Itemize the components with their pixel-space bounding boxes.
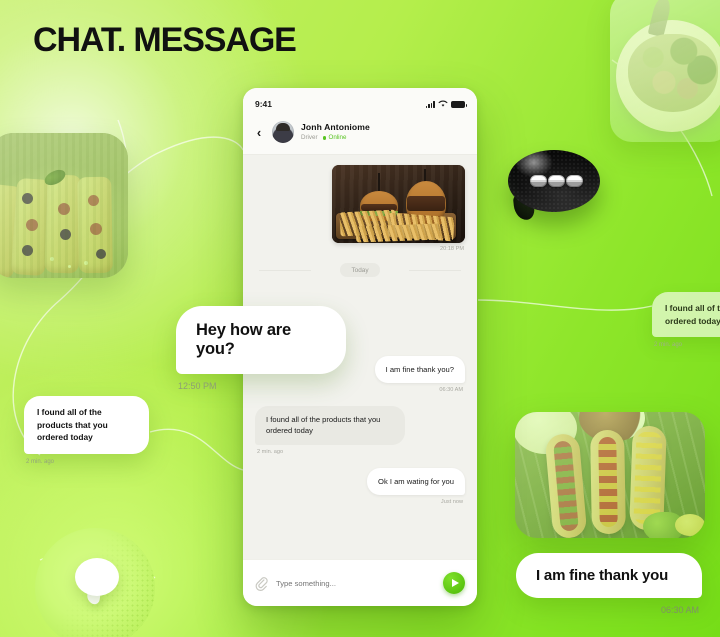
food-photo-salad	[610, 0, 720, 142]
callout-fine: I am fine thank you 06:30 AM	[516, 553, 702, 615]
typing-indicator-blob	[508, 150, 600, 224]
chevron-left-icon[interactable]: ‹	[253, 126, 265, 139]
online-status-dot	[322, 136, 326, 140]
avatar	[272, 121, 294, 143]
speech-bubble-icon	[75, 558, 119, 605]
date-divider: Today	[255, 263, 465, 277]
message-bubble[interactable]: Ok I am wating for you	[367, 467, 465, 495]
status-time: 9:41	[255, 99, 273, 109]
message-image-row	[255, 165, 465, 243]
contact-name: Jonh Antoniome	[301, 121, 370, 132]
message-time: 2 min. ago	[257, 448, 284, 455]
page-title: CHAT. MESSAGE	[33, 21, 297, 59]
status-bar: 9:41	[255, 96, 467, 112]
send-play-icon	[451, 579, 459, 587]
contact-role: Driver	[301, 134, 318, 142]
callout-time: 2 min. ago	[26, 458, 55, 465]
callout-bubble[interactable]: I found all of the products that you ord…	[24, 396, 149, 454]
callout-time: 2 min. ago	[654, 342, 683, 349]
paperclip-icon[interactable]	[255, 576, 268, 591]
food-photo-crepes	[0, 133, 128, 278]
message-image-time: 20:18 PM	[440, 246, 464, 252]
message-time: Just now	[440, 498, 463, 505]
message-bubble[interactable]: I found all of the products that you ord…	[255, 406, 405, 445]
signal-icon	[425, 101, 435, 108]
callout-bubble[interactable]: I am fine thank you	[516, 553, 702, 598]
message-time: 06:30 AM	[439, 387, 463, 394]
message-row-products: I found all of the products that you ord…	[255, 406, 465, 455]
callout-time: 12:50 PM	[178, 381, 217, 391]
wifi-icon	[438, 100, 448, 107]
callout-products-right: I found all of the you ordered today 2 m…	[652, 292, 720, 348]
online-status-label: Online	[328, 134, 347, 142]
callout-bubble[interactable]: Hey how are you?	[176, 306, 346, 374]
message-input[interactable]	[276, 578, 435, 588]
contact-header[interactable]: ‹ Jonh Antoniome Driver Online	[243, 112, 477, 155]
phone-header: 9:41 ‹ Jonh Antoniome Driver Online	[243, 88, 477, 155]
battery-icon	[451, 101, 467, 108]
date-divider-label: Today	[340, 263, 380, 277]
callout-time: 06:30 AM	[660, 605, 699, 615]
message-bubble[interactable]: I am fine thank you?	[374, 356, 465, 384]
message-composer	[243, 559, 477, 606]
callout-hey: Hey how are you? 12:50 PM	[176, 306, 346, 391]
message-row-waiting: Ok I am wating for you Just now	[255, 467, 465, 505]
send-button[interactable]	[443, 572, 465, 594]
food-photo-hotdogs	[515, 412, 705, 538]
burgers-and-fries-photo[interactable]	[332, 165, 465, 243]
callout-bubble[interactable]: I found all of the you ordered today	[652, 292, 720, 338]
callout-products-left: I found all of the products that you ord…	[24, 396, 149, 465]
